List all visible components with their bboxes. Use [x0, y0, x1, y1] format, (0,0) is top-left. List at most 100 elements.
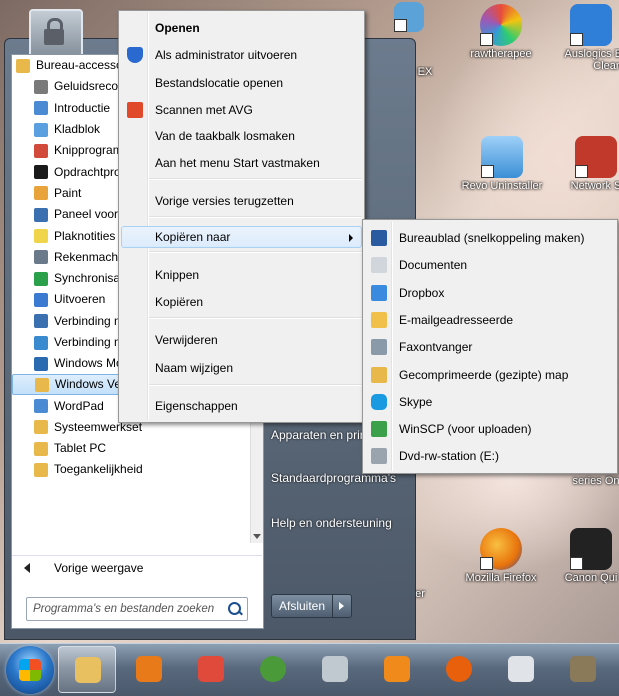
copy-to-label: Faxontvanger — [399, 340, 473, 355]
context-menu-item[interactable]: Vorige versies terugzetten — [121, 190, 362, 212]
dvd-drive-icon — [371, 448, 387, 465]
context-menu-item[interactable]: Verwijderen — [121, 329, 362, 351]
context-menu-label: Als administrator uitvoeren — [155, 48, 298, 62]
desktop-shortcut-canon[interactable]: Canon Qui — [560, 528, 619, 584]
context-menu-item[interactable]: Eigenschappen — [121, 395, 362, 417]
program-item[interactable]: Toegankelijkheid — [12, 459, 252, 480]
copy-to-label: WinSCP (voor uploaden) — [399, 422, 532, 437]
copy-to-label: Dvd-rw-station (E:) — [399, 449, 500, 464]
program-label: Kladblok — [54, 122, 101, 137]
auslogics-icon — [570, 4, 612, 46]
palette-icon — [322, 656, 348, 682]
shield-icon — [127, 47, 143, 63]
copy-to-item[interactable]: Faxontvanger — [365, 336, 615, 358]
search-icon[interactable] — [228, 602, 241, 615]
context-menu-item[interactable]: Scannen met AVG — [121, 99, 362, 121]
desktop-shortcut-topright[interactable] — [370, 2, 448, 34]
context-menu-label: Openen — [155, 21, 200, 35]
desktop-shortcut-label: Canon Qui — [564, 572, 618, 584]
desktop-shortcut-revo[interactable]: Revo Uninstaller — [452, 136, 552, 192]
scroll-down-icon[interactable] — [253, 534, 261, 539]
firefox-taskbar-button[interactable] — [430, 646, 488, 693]
copy-to-item[interactable]: WinSCP (voor uploaden) — [365, 418, 615, 440]
program-label: Uitvoeren — [54, 292, 106, 307]
sync-icon — [34, 271, 48, 286]
menu-separator — [149, 384, 362, 386]
console-icon — [34, 165, 48, 180]
copy-to-item[interactable]: Documenten — [365, 254, 615, 276]
desktop-shortcut-series[interactable]: series On — [566, 475, 619, 487]
program-label: Tablet PC — [54, 441, 107, 456]
desktop-shortcut-firefox[interactable]: Mozilla Firefox — [462, 528, 540, 584]
context-menu-item[interactable]: Naam wijzigen — [121, 357, 362, 379]
shutdown-options-arrow-icon[interactable] — [333, 594, 352, 618]
desktop-shortcut-label: Revo Uninstaller — [461, 180, 543, 192]
desktop-shortcut-label: Auslogics B Clean — [564, 48, 619, 72]
back-button[interactable]: Vorige weergave — [12, 555, 262, 580]
folder-icon — [34, 441, 48, 456]
revo-uninstaller-icon — [481, 136, 523, 178]
context-menu-item[interactable]: Openen — [121, 17, 362, 39]
context-menu-item[interactable]: Knippen — [121, 264, 362, 286]
shutdown-button[interactable]: Afsluiten — [271, 594, 333, 618]
chrome-taskbar-button[interactable] — [244, 646, 302, 693]
fax-icon — [371, 339, 387, 356]
start-search-input[interactable]: Programma's en bestanden zoeken — [26, 597, 248, 621]
copy-to-label: Dropbox — [399, 285, 445, 300]
shutdown-group: Afsluiten — [271, 594, 352, 618]
context-menu-item[interactable]: Aan het menu Start vastmaken — [121, 152, 362, 174]
program-label: Plaknotities — [54, 228, 116, 243]
copy-to-item[interactable]: Dvd-rw-station (E:) — [365, 445, 615, 467]
projector-icon — [34, 314, 48, 329]
folder-icon — [75, 657, 101, 683]
desktop-shortcut-label: Network S — [570, 180, 619, 192]
desktop-shortcut-rawtherapee[interactable]: rawtherapee — [462, 4, 540, 60]
back-label: Vorige weergave — [54, 561, 144, 575]
copy-to-item[interactable]: Bureaublad (snelkoppeling maken) — [365, 227, 615, 249]
microphone-icon — [34, 79, 48, 94]
copy-to-submenu: Bureaublad (snelkoppeling maken) Document… — [362, 219, 618, 474]
context-menu-item[interactable]: Bestandslocatie openen — [121, 72, 362, 94]
firefox-icon — [480, 528, 522, 570]
media-player-taskbar-button[interactable] — [120, 646, 178, 693]
clipboard-icon — [508, 656, 534, 682]
context-menu-label: Verwijderen — [155, 333, 218, 347]
context-menu-item[interactable]: Kopiëren naar — [121, 226, 362, 248]
menu-separator — [149, 317, 362, 319]
context-menu-label: Aan het menu Start vastmaken — [155, 156, 320, 170]
notes-taskbar-button[interactable] — [492, 646, 550, 693]
mail-recipient-icon — [371, 311, 387, 328]
copy-to-item[interactable]: Dropbox — [365, 282, 615, 304]
context-menu-label: Naam wijzigen — [155, 361, 234, 375]
explorer-taskbar-button[interactable] — [58, 646, 116, 693]
desktop-icon — [371, 230, 387, 246]
context-menu-item[interactable]: Van de taakbalk losmaken — [121, 125, 362, 147]
wordpad-icon — [34, 399, 48, 414]
avg-icon — [127, 102, 143, 118]
graphics-taskbar-button[interactable] — [306, 646, 364, 693]
program-label: WordPad — [54, 398, 104, 413]
run-icon — [34, 292, 48, 307]
program-item[interactable]: Tablet PC — [12, 438, 252, 459]
context-menu-item[interactable]: Als administrator uitvoeren — [121, 44, 362, 66]
context-menu-item[interactable]: Kopiëren — [121, 291, 362, 313]
paint-taskbar-button[interactable] — [182, 646, 240, 693]
gimp-taskbar-button[interactable] — [554, 646, 612, 693]
menu-separator — [149, 178, 362, 180]
zip-folder-icon — [371, 366, 387, 383]
copy-to-item[interactable]: E-mailgeadresseerde — [365, 309, 615, 331]
context-menu-label: Kopiëren naar — [155, 230, 231, 244]
mobility-icon — [34, 356, 48, 371]
copy-to-label: Bureaublad (snelkoppeling maken) — [399, 231, 585, 245]
desktop-shortcut-network[interactable]: Network S — [566, 136, 619, 192]
copy-to-item[interactable]: Gecomprimeerde (gezipte) map — [365, 364, 615, 386]
search-placeholder: Programma's en bestanden zoeken — [33, 603, 215, 615]
right-item-help[interactable]: Help en ondersteuning — [271, 516, 392, 530]
program-label: Introductie — [54, 100, 111, 115]
vlc-taskbar-button[interactable] — [368, 646, 426, 693]
copy-to-label: Skype — [399, 394, 433, 409]
start-button[interactable] — [6, 646, 54, 694]
copy-to-item[interactable]: Skype — [365, 391, 615, 413]
desktop-shortcut-auslogics[interactable]: Auslogics B Clean — [560, 4, 619, 72]
firefox-icon — [446, 656, 472, 682]
